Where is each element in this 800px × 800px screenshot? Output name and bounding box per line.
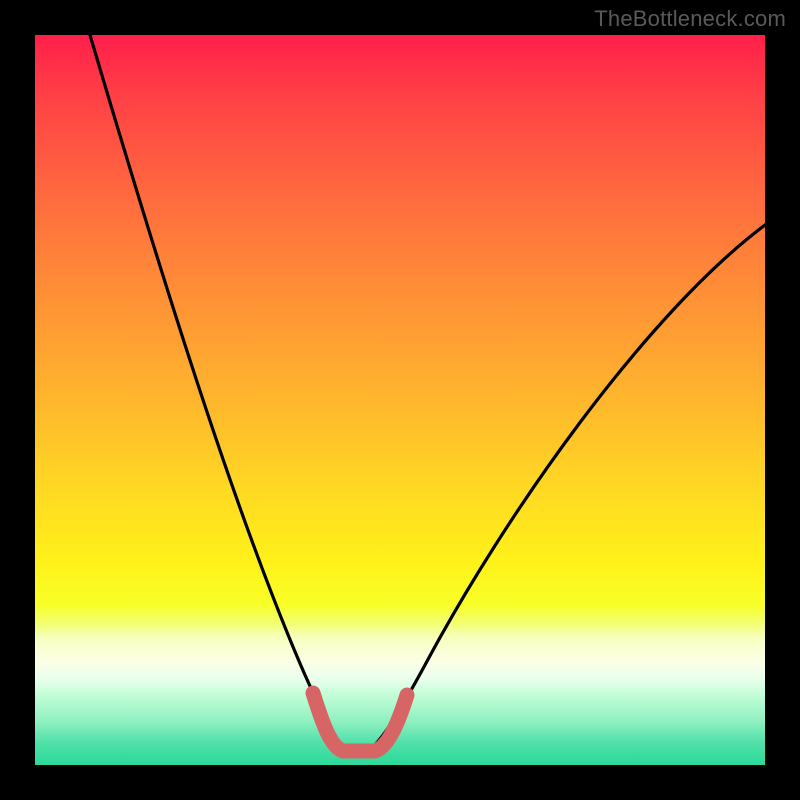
bottleneck-curve (90, 35, 765, 747)
watermark-text: TheBottleneck.com (594, 6, 786, 32)
chart-plot-area (35, 35, 765, 765)
optimal-range-highlight (313, 693, 407, 751)
viewport-frame: TheBottleneck.com (0, 0, 800, 800)
chart-svg (35, 35, 765, 765)
